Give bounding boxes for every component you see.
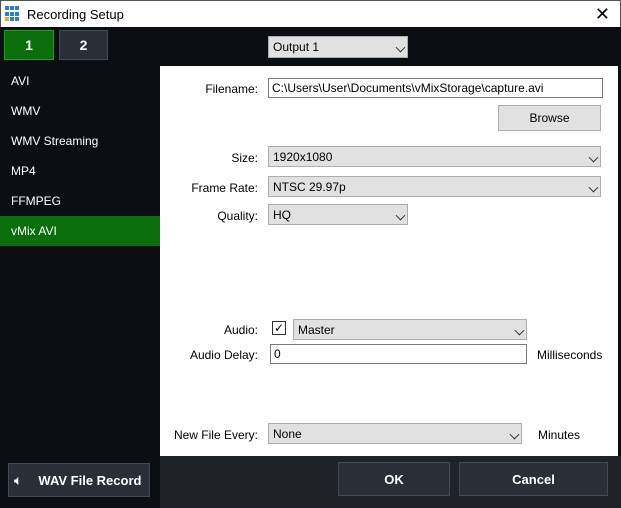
new-file-every-value: None	[273, 426, 302, 441]
sidebar-item-vmix-avi[interactable]: vMix AVI	[0, 216, 160, 246]
chevron-down-icon	[395, 42, 406, 53]
wav-file-record-label: WAV File Record	[38, 472, 142, 488]
audio-delay-label: Audio Delay:	[189, 348, 258, 362]
filename-label: Filename:	[205, 82, 258, 96]
sidebar-item-ffmpeg[interactable]: FFMPEG	[0, 186, 160, 216]
audio-delay-input[interactable]: 0	[270, 344, 527, 364]
audio-value: Master	[298, 322, 335, 337]
sidebar-item-mp4[interactable]: MP4	[0, 156, 160, 186]
wav-file-record-button[interactable]: 🔈︎ WAV File Record	[8, 463, 150, 497]
filename-input[interactable]: C:\Users\User\Documents\vMixStorage\capt…	[268, 78, 603, 98]
chevron-down-icon	[395, 210, 406, 220]
browse-button[interactable]: Browse	[498, 105, 601, 131]
close-icon[interactable]: ✕	[595, 4, 610, 25]
tab-2[interactable]: 2	[59, 30, 108, 60]
output-value: Output 1	[273, 40, 320, 54]
window-title: Recording Setup	[27, 7, 124, 22]
audio-select[interactable]: Master	[293, 319, 527, 340]
frame-rate-select[interactable]: NTSC 29.97p	[268, 176, 601, 197]
chevron-down-icon	[514, 325, 525, 335]
quality-label: Quality:	[217, 209, 258, 223]
speaker-icon: 🔈︎	[14, 471, 23, 488]
chevron-down-icon	[588, 182, 599, 192]
audio-delay-unit: Milliseconds	[537, 348, 603, 362]
chevron-down-icon	[588, 152, 599, 162]
size-label: Size:	[231, 151, 258, 165]
frame-rate-label: Frame Rate:	[191, 181, 258, 195]
quality-select[interactable]: HQ	[268, 204, 408, 225]
sidebar-item-avi[interactable]: AVI	[0, 66, 160, 96]
sidebar-item-wmv[interactable]: WMV	[0, 96, 160, 126]
title-bar: Recording Setup ✕	[0, 0, 621, 27]
tab-1[interactable]: 1	[4, 30, 54, 60]
audio-checkbox[interactable]: ✓	[272, 321, 286, 335]
ok-button[interactable]: OK	[338, 462, 450, 496]
new-file-unit: Minutes	[538, 428, 581, 442]
frame-rate-value: NTSC 29.97p	[273, 179, 346, 194]
new-file-every-label: New File Every:	[173, 428, 258, 442]
quality-value: HQ	[273, 207, 291, 222]
audio-label: Audio:	[223, 323, 258, 337]
cancel-button[interactable]: Cancel	[459, 462, 608, 496]
new-file-every-select[interactable]: None	[268, 423, 522, 444]
chevron-down-icon	[509, 429, 520, 439]
output-select[interactable]: Output 1	[268, 36, 408, 58]
app-logo-icon	[5, 6, 21, 22]
size-value: 1920x1080	[273, 149, 333, 164]
sidebar-item-wmv-streaming[interactable]: WMV Streaming	[0, 126, 160, 156]
size-select[interactable]: 1920x1080	[268, 146, 601, 167]
